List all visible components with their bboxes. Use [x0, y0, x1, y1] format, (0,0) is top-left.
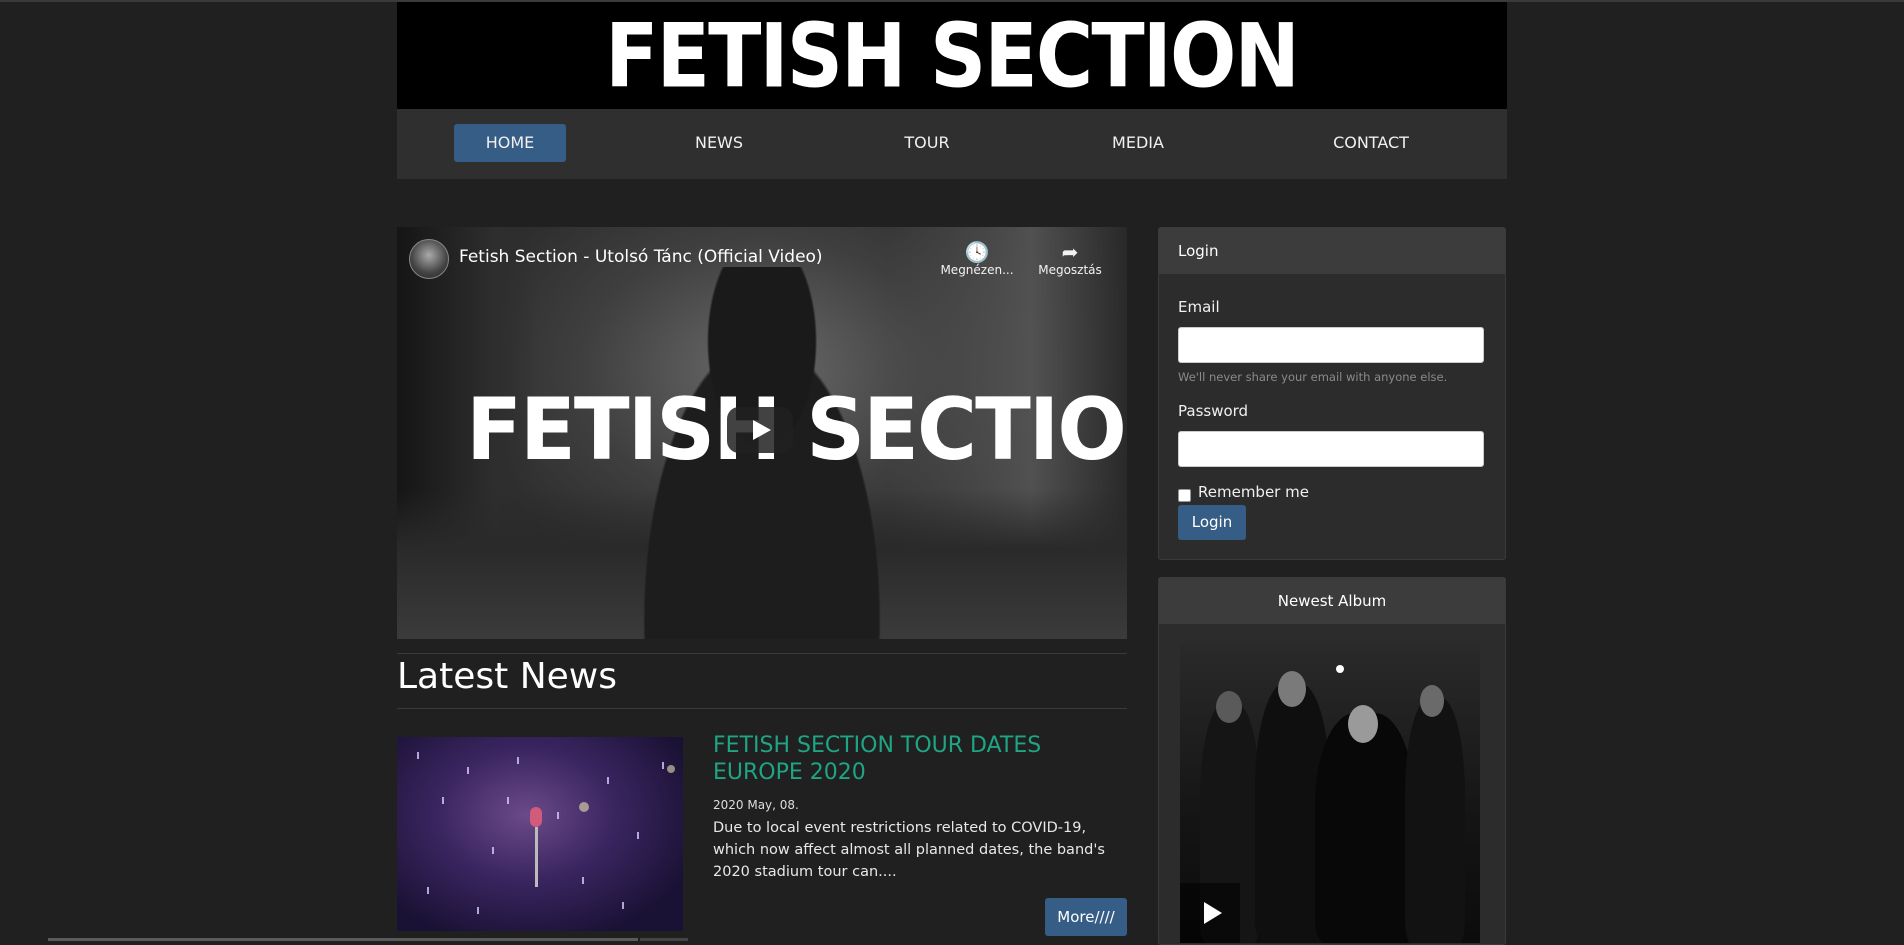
- page-container: FETISH SECTION HOME NEWS TOUR MEDIA CONT…: [397, 2, 1507, 945]
- play-icon[interactable]: [727, 407, 793, 453]
- share-button[interactable]: ➦ Megosztás: [1030, 241, 1110, 277]
- nav-item-contact[interactable]: CONTACT: [1308, 124, 1434, 162]
- main-nav: HOME NEWS TOUR MEDIA CONTACT: [397, 109, 1507, 179]
- login-card: Login Email We'll never share your email…: [1158, 227, 1506, 560]
- news-item-excerpt: Due to local event restrictions related …: [713, 820, 1105, 880]
- video-title[interactable]: Fetish Section - Utolsó Tánc (Official V…: [459, 247, 823, 267]
- news-item-date: 2020 May, 08.: [713, 798, 799, 812]
- site-logo[interactable]: FETISH SECTION: [606, 11, 1301, 99]
- video-embed[interactable]: Fetish Section - Utolsó Tánc (Official V…: [397, 227, 1127, 639]
- more-button[interactable]: More////: [1045, 898, 1127, 936]
- video-overlay-logo: FETISH SECTION: [466, 380, 1127, 480]
- nav-item-tour[interactable]: TOUR: [871, 124, 983, 162]
- password-label: Password: [1178, 402, 1249, 420]
- newest-album-heading: Newest Album: [1159, 578, 1505, 624]
- nav-item-news[interactable]: NEWS: [663, 124, 775, 162]
- share-label: Megosztás: [1038, 263, 1102, 277]
- email-field[interactable]: [1178, 327, 1484, 363]
- news-divider-bottom: [397, 708, 1127, 709]
- album-play-icon[interactable]: [1180, 883, 1240, 943]
- email-label: Email: [1178, 298, 1220, 316]
- password-field[interactable]: [1178, 431, 1484, 467]
- news-divider-top: [397, 653, 1127, 654]
- share-icon: ➦: [1061, 240, 1079, 264]
- nav-item-media[interactable]: MEDIA: [1082, 124, 1194, 162]
- nav-item-home[interactable]: HOME: [454, 124, 566, 162]
- login-card-heading: Login: [1159, 228, 1505, 274]
- remember-me-label[interactable]: Remember me: [1198, 483, 1309, 501]
- newest-album-card: Newest Album: [1158, 577, 1506, 945]
- watch-later-label: Megnézen...: [940, 263, 1014, 277]
- microphone-image: [530, 807, 542, 827]
- channel-avatar[interactable]: [409, 239, 449, 279]
- remember-me-checkbox[interactable]: [1178, 489, 1191, 502]
- news-thumbnail[interactable]: [397, 737, 683, 931]
- latest-news-heading: Latest News: [397, 656, 617, 697]
- email-hint: We'll never share your email with anyone…: [1178, 370, 1448, 384]
- album-cover-image[interactable]: [1180, 643, 1480, 943]
- site-header: FETISH SECTION: [397, 2, 1507, 109]
- clock-icon: 🕓: [964, 240, 990, 264]
- login-button[interactable]: Login: [1178, 505, 1246, 540]
- watch-later-button[interactable]: 🕓 Megnézen...: [937, 241, 1017, 277]
- news-item-title[interactable]: FETISH SECTION TOUR DATES EUROPE 2020: [713, 732, 1113, 786]
